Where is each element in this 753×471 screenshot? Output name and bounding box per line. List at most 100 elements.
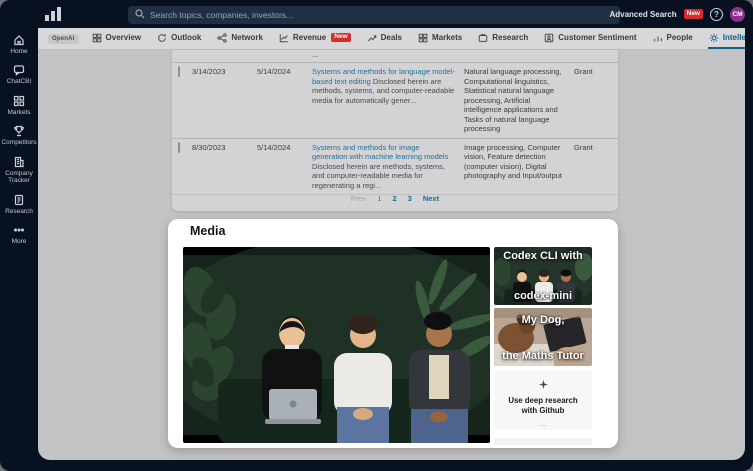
deals-icon <box>367 33 377 43</box>
tab-label: Deals <box>381 33 402 42</box>
patent-topics: Natural language processing, Computation… <box>464 67 574 134</box>
research-icon <box>478 33 488 43</box>
pagination-page-2[interactable]: 2 <box>392 194 396 203</box>
patent-date-granted: 5/14/2024 <box>257 67 312 134</box>
tab-research[interactable]: Research <box>477 28 529 49</box>
media-card-text: Use deep research with Github <box>494 394 592 415</box>
chat-icon <box>13 64 25 76</box>
tab-markets[interactable]: Markets <box>417 28 463 49</box>
patents-table-card: ... 3/14/2023 5/14/2024 Systems and meth… <box>172 50 618 211</box>
sidebar-item-label: Research <box>5 208 33 215</box>
sidebar: Home ChatCBI Markets Competitors Company… <box>0 28 38 471</box>
tab-people[interactable]: People <box>652 28 694 49</box>
sidebar-item-markets[interactable]: Markets <box>0 95 38 116</box>
patent-status: Grant <box>574 67 614 134</box>
sidebar-item-company-tracker[interactable]: Company Tracker <box>0 156 38 185</box>
help-icon[interactable]: ? <box>710 8 723 21</box>
media-card-more: ... <box>494 419 592 428</box>
video-title-line: codex-mini <box>494 290 592 302</box>
app-window: Advanced Search New ? CM Home ChatCBI Ma… <box>0 0 753 471</box>
customer-sentiment-icon <box>544 33 554 43</box>
trophy-icon <box>13 125 25 137</box>
patent-date-filed: 8/30/2023 <box>192 143 257 191</box>
outlook-icon <box>157 33 167 43</box>
sidebar-item-label: Company Tracker <box>0 170 38 185</box>
intellectual-property-icon <box>709 33 719 43</box>
sidebar-item-label: Home <box>10 48 27 55</box>
tab-network[interactable]: Network <box>216 28 264 49</box>
tab-label: Overview <box>106 33 142 42</box>
pagination-page-3[interactable]: 3 <box>408 194 412 203</box>
table-row: 3/14/2023 5/14/2024 Systems and methods … <box>172 63 618 139</box>
company-logo-chip: OpenAI <box>48 34 79 44</box>
sidebar-item-label: ChatCBI <box>7 78 32 85</box>
sidebar-item-label: More <box>12 238 27 245</box>
sidebar-item-label: Competitors <box>1 139 36 146</box>
video-title-line: Codex CLI with <box>494 250 592 262</box>
patent-date-granted: 5/14/2024 <box>257 143 312 191</box>
advanced-search-button[interactable]: Advanced Search <box>609 10 676 19</box>
tab-label: Network <box>231 33 263 42</box>
cbinsights-logo-icon <box>44 6 62 22</box>
sidebar-item-research[interactable]: Research <box>0 194 38 215</box>
sidebar-item-label: Markets <box>7 109 30 116</box>
content-panel: OpenAI Overview Outlook Network Revenue … <box>38 28 745 460</box>
revenue-new-badge: New <box>331 33 350 43</box>
home-icon <box>13 34 25 46</box>
tab-label: Customer Sentiment <box>558 33 636 42</box>
overview-icon <box>92 33 102 43</box>
pagination-page-1[interactable]: 1 <box>377 194 381 203</box>
row-checkbox[interactable] <box>178 142 180 153</box>
tab-label: Revenue <box>293 33 326 42</box>
search-input[interactable] <box>128 6 620 24</box>
tab-revenue[interactable]: Revenue New <box>278 28 352 49</box>
ellipsis-icon <box>13 224 25 236</box>
pagination-prev[interactable]: Prev <box>351 194 366 203</box>
search-icon <box>135 9 145 19</box>
video-thumbnail-my-dog[interactable]: My Dog, the Maths Tutor <box>494 308 592 366</box>
global-search <box>128 5 620 23</box>
patent-date-filed: 3/14/2023 <box>192 67 257 134</box>
document-icon <box>13 194 25 206</box>
building-icon <box>13 156 25 168</box>
video-thumbnail-codex-cli[interactable]: Codex CLI with codex-mini <box>494 247 592 305</box>
media-card-deep-research[interactable]: Use deep research with Github ... <box>494 370 592 430</box>
revenue-chart-icon <box>279 33 289 43</box>
media-section-title: Media <box>190 224 225 238</box>
network-icon <box>217 33 227 43</box>
user-avatar[interactable]: CM <box>730 7 745 22</box>
patent-status: Grant <box>574 143 614 191</box>
page-scroll-area: ... 3/14/2023 5/14/2024 Systems and meth… <box>38 50 745 460</box>
tab-label: Markets <box>432 33 462 42</box>
sidebar-item-competitors[interactable]: Competitors <box>0 125 38 146</box>
tab-label: Research <box>492 33 528 42</box>
sidebar-item-home[interactable]: Home <box>0 34 38 55</box>
top-bar: Advanced Search New ? CM <box>0 0 753 28</box>
tab-intellectual-property[interactable]: Intellectual Property <box>708 28 745 49</box>
tab-customer-sentiment[interactable]: Customer Sentiment <box>543 28 637 49</box>
sidebar-item-chatcbi[interactable]: ChatCBI <box>0 64 38 85</box>
tab-outlook[interactable]: Outlook <box>156 28 202 49</box>
tab-label: Intellectual Property <box>723 33 745 42</box>
truncated-text: ... <box>312 50 464 60</box>
row-checkbox[interactable] <box>178 66 180 77</box>
main-video[interactable] <box>183 247 490 443</box>
grid-icon <box>13 95 25 107</box>
tab-deals[interactable]: Deals <box>366 28 403 49</box>
media-card-partial <box>494 438 592 445</box>
pagination: Prev 1 2 3 Next <box>172 185 618 211</box>
media-card: Media <box>168 219 618 448</box>
people-icon <box>653 33 663 43</box>
patent-topics: Image processing, Computer vision, Featu… <box>464 143 574 191</box>
sparkle-icon <box>539 380 548 389</box>
pagination-next[interactable]: Next <box>423 194 439 203</box>
tab-label: People <box>667 33 693 42</box>
patent-title-link[interactable]: Systems and methods for image generation… <box>312 143 448 162</box>
markets-icon <box>418 33 428 43</box>
video-scene-three-people <box>183 247 490 443</box>
advanced-search-new-badge: New <box>684 9 703 19</box>
tab-overview[interactable]: Overview <box>91 28 143 49</box>
sidebar-item-more[interactable]: More <box>0 224 38 245</box>
tab-label: Outlook <box>171 33 201 42</box>
video-title-line: the Maths Tutor <box>494 350 592 362</box>
